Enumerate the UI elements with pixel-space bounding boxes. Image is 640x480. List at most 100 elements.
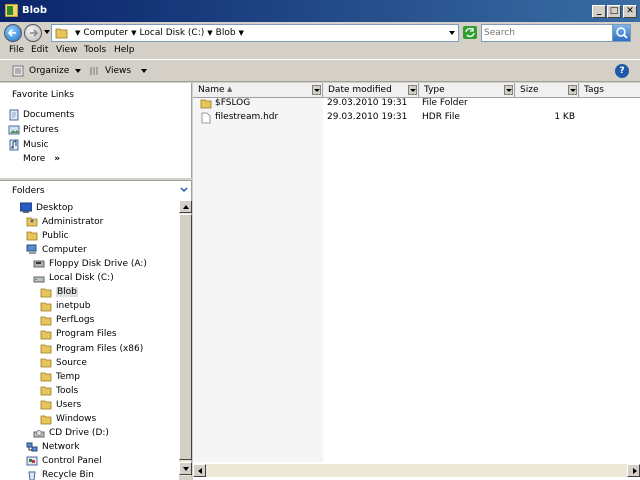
column-type-filter[interactable] — [504, 85, 513, 95]
tree-item[interactable]: Program Files — [40, 328, 117, 341]
tree-item[interactable]: Control Panel — [26, 455, 102, 468]
search-box[interactable] — [481, 24, 631, 42]
crumb-local-disk[interactable]: Local Disk (C:) — [140, 28, 205, 38]
column-header-name[interactable]: Name ▲ — [193, 83, 323, 98]
tree-item[interactable]: Network — [26, 441, 80, 454]
column-date-filter[interactable] — [408, 85, 417, 95]
maximize-button[interactable]: □ — [607, 5, 621, 18]
fav-pictures[interactable]: Pictures — [8, 124, 59, 136]
double-chevron-icon: » — [54, 154, 61, 164]
tree-item-label: Users — [56, 399, 82, 410]
tree-item-label: CD Drive (D:) — [49, 428, 109, 439]
search-input[interactable] — [484, 26, 604, 40]
column-tags-label: Tags — [584, 85, 604, 95]
search-button[interactable] — [612, 25, 630, 41]
breadcrumb: ▼ Computer ▼ Local Disk (C:) ▼ Blob ▼ — [72, 28, 247, 38]
fav-more-link[interactable]: More » — [23, 154, 60, 164]
folders-header[interactable]: Folders — [0, 180, 192, 200]
tree-item-label: Local Disk (C:) — [49, 273, 114, 283]
scroll-left-button[interactable] — [193, 464, 206, 477]
scroll-right-button[interactable] — [627, 464, 640, 477]
file-row[interactable]: filestream.hdr 29.03.2010 19:31 HDR File… — [193, 111, 640, 125]
tree-item[interactable]: Desktop — [20, 201, 73, 214]
fav-music[interactable]: Music — [8, 139, 49, 151]
tree-item[interactable]: Tools — [40, 384, 78, 397]
file-date: 29.03.2010 19:31 — [327, 112, 408, 122]
menu-bar: File Edit View Tools Help — [0, 44, 640, 58]
tree-item-label: Desktop — [36, 202, 74, 213]
file-name: $FSLOG — [215, 98, 251, 108]
address-bar-row: ▼ Computer ▼ Local Disk (C:) ▼ Blob ▼ — [0, 22, 640, 44]
folder-icon — [40, 386, 52, 396]
chevron-down-icon[interactable]: ▼ — [131, 29, 136, 37]
column-header-tags[interactable]: Tags — [579, 83, 640, 98]
chevron-down-icon — [75, 69, 82, 73]
file-row[interactable]: $FSLOG 29.03.2010 19:31 File Folder — [193, 97, 640, 111]
address-box[interactable]: ▼ Computer ▼ Local Disk (C:) ▼ Blob ▼ — [51, 24, 459, 42]
minimize-button[interactable]: _ — [592, 5, 606, 18]
menu-file[interactable]: File — [9, 45, 24, 55]
close-button[interactable]: ✕ — [623, 5, 637, 18]
back-button[interactable] — [4, 24, 22, 42]
help-icon[interactable]: ? — [615, 64, 629, 78]
crumb-blob[interactable]: Blob — [216, 28, 236, 38]
tree-item[interactable]: PerfLogs — [40, 314, 94, 327]
scroll-thumb[interactable] — [179, 214, 192, 460]
recent-pages-dropdown[interactable] — [44, 30, 50, 34]
address-dropdown[interactable] — [449, 31, 455, 35]
tree-item[interactable]: Local Disk (C:) — [33, 272, 114, 285]
tree-item-label: Control Panel — [42, 456, 102, 467]
tree-item[interactable]: Temp — [40, 370, 80, 383]
favorite-links-title: Favorite Links — [12, 90, 74, 100]
chevron-down-icon — [180, 187, 188, 193]
tree-item[interactable]: Administrator — [26, 215, 103, 228]
tree-item[interactable]: Floppy Disk Drive (A:) — [33, 257, 147, 270]
tree-item-label: inetpub — [56, 301, 91, 312]
fav-pictures-label: Pictures — [23, 125, 59, 135]
crumb-computer[interactable]: Computer — [83, 28, 128, 38]
column-header-type[interactable]: Type — [419, 83, 515, 98]
tree-item[interactable]: Blob — [40, 286, 78, 299]
chevron-down-icon[interactable]: ▼ — [239, 29, 244, 37]
column-size-filter[interactable] — [568, 85, 577, 95]
file-size: 1 KB — [554, 112, 575, 122]
column-header-date[interactable]: Date modified — [323, 83, 419, 98]
fav-documents[interactable]: Documents — [8, 109, 74, 121]
fav-documents-label: Documents — [23, 110, 75, 120]
tree-item[interactable]: Source — [40, 356, 87, 369]
tree-item[interactable]: Recycle Bin — [26, 469, 94, 480]
chevron-down-icon[interactable]: ▼ — [207, 29, 212, 37]
column-header-size[interactable]: Size — [515, 83, 579, 98]
tree-item[interactable]: Computer — [26, 243, 87, 256]
column-date-label: Date modified — [328, 85, 392, 95]
tree-item[interactable]: Public — [26, 229, 69, 242]
tree-item[interactable]: inetpub — [40, 300, 90, 313]
tree-item[interactable]: Program Files (x86) — [40, 342, 143, 355]
chevron-down-icon[interactable]: ▼ — [75, 29, 80, 37]
tree-item[interactable]: Users — [40, 398, 81, 411]
tree-item[interactable]: CD Drive (D:) — [33, 427, 109, 440]
file-list-hscrollbar[interactable] — [193, 464, 640, 477]
views-button[interactable]: Views — [90, 65, 148, 77]
sort-ascending-icon: ▲ — [227, 85, 233, 93]
tree-item[interactable]: Windows — [40, 413, 96, 426]
scroll-down-button[interactable] — [179, 462, 192, 475]
column-name-filter[interactable] — [312, 85, 321, 95]
folder-tree: Desktop Administrator Public Computer Floppy… — [0, 200, 179, 480]
tree-item-label: Computer — [42, 244, 87, 255]
menu-tools[interactable]: Tools — [84, 45, 106, 55]
forward-button[interactable] — [24, 24, 42, 42]
menu-edit[interactable]: Edit — [31, 45, 48, 55]
tree-item-label: Temp — [56, 371, 80, 382]
tree-item-label: Administrator — [42, 216, 104, 227]
refresh-button[interactable] — [463, 26, 477, 39]
menu-help[interactable]: Help — [114, 45, 135, 55]
folder-tree-scrollbar[interactable] — [179, 200, 192, 476]
tree-item-label: Floppy Disk Drive (A:) — [49, 258, 147, 269]
organize-button[interactable]: Organize — [12, 65, 82, 77]
folder-icon — [55, 28, 68, 39]
folder-window-icon — [5, 4, 18, 17]
tree-item-label: Blob — [56, 287, 78, 298]
scroll-up-button[interactable] — [179, 200, 192, 213]
menu-view[interactable]: View — [56, 45, 77, 55]
